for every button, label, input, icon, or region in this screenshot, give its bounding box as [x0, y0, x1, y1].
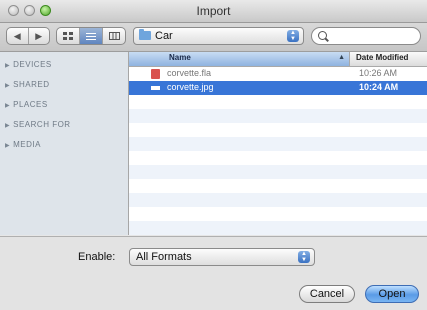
enable-label: Enable:: [78, 251, 116, 263]
disclosure-triangle-icon[interactable]: ▶: [5, 62, 10, 69]
empty-row-stripe: [129, 221, 427, 235]
disclosure-triangle-icon[interactable]: ▶: [5, 122, 10, 129]
search-input[interactable]: [332, 29, 416, 43]
list-header: Name ▲ Date Modified: [129, 52, 427, 67]
file-date: 10:24 AM: [359, 82, 399, 92]
name-column-header[interactable]: Name ▲: [129, 52, 350, 66]
file-date: 10:26 AM: [359, 68, 398, 78]
navigation-control: ◀ ▶: [6, 27, 50, 45]
format-select[interactable]: All Formats ▲ ▼: [129, 248, 315, 266]
column-view-button[interactable]: [103, 28, 125, 44]
cancel-button[interactable]: Cancel: [299, 285, 355, 303]
sidebar-item-shared[interactable]: ▶ SHARED: [5, 80, 49, 89]
open-button[interactable]: Open: [365, 285, 419, 303]
forward-arrow-icon: ▶: [35, 30, 43, 41]
popup-arrows-icon: ▲ ▼: [298, 251, 310, 263]
empty-row-stripe: [129, 165, 427, 179]
sidebar-item-label: MEDIA: [13, 140, 41, 149]
import-dialog: Import ◀ ▶ Car ▲ ▼ ▶ DEVICES ▶ SHARED ▶ …: [0, 0, 427, 310]
icon-view-button[interactable]: [57, 28, 80, 44]
location-popup[interactable]: Car ▲ ▼: [133, 27, 304, 45]
file-name: corvette.jpg: [167, 82, 214, 92]
name-column-label: Name: [169, 53, 191, 62]
sidebar-item-label: SEARCH FOR: [13, 120, 71, 129]
toolbar: ◀ ▶ Car ▲ ▼: [0, 23, 427, 52]
empty-row-stripe: [129, 137, 427, 151]
columns-icon: [108, 32, 120, 40]
sidebar-item-search-for[interactable]: ▶ SEARCH FOR: [5, 120, 71, 129]
sidebar-item-places[interactable]: ▶ PLACES: [5, 100, 48, 109]
back-arrow-icon: ◀: [13, 30, 21, 41]
date-modified-column-header[interactable]: Date Modified: [356, 53, 408, 62]
forward-button[interactable]: ▶: [29, 28, 50, 44]
back-button[interactable]: ◀: [7, 28, 29, 44]
location-label: Car: [155, 30, 173, 42]
folder-icon: [139, 29, 151, 40]
search-icon: [318, 31, 327, 40]
view-mode-control: [56, 27, 126, 45]
search-field[interactable]: [311, 27, 421, 45]
sidebar-item-label: SHARED: [13, 80, 50, 89]
file-name: corvette.fla: [167, 68, 212, 78]
fla-file-icon: [151, 69, 160, 79]
empty-row-stripe: [129, 193, 427, 207]
disclosure-triangle-icon[interactable]: ▶: [5, 82, 10, 89]
sidebar: ▶ DEVICES ▶ SHARED ▶ PLACES ▶ SEARCH FOR ▶ ME…: [0, 52, 129, 235]
icon-grid-icon: [63, 32, 73, 40]
window-title: Import: [196, 4, 231, 18]
sort-ascending-icon: ▲: [338, 54, 345, 61]
list-view-button[interactable]: [80, 28, 103, 44]
sidebar-item-label: PLACES: [13, 100, 48, 109]
disclosure-triangle-icon[interactable]: ▶: [5, 142, 10, 149]
options-panel: Enable: All Formats ▲ ▼ Cancel Open: [0, 236, 427, 310]
disclosure-triangle-icon[interactable]: ▶: [5, 102, 10, 109]
file-list: Name ▲ Date Modified corvette.fla 10:26 …: [129, 52, 427, 235]
sidebar-item-label: DEVICES: [13, 60, 52, 69]
jpg-file-icon: [151, 86, 160, 90]
file-row-selected[interactable]: corvette.jpg 10:24 AM: [129, 81, 427, 95]
title-bar: Import: [0, 0, 427, 23]
sidebar-item-media[interactable]: ▶ MEDIA: [5, 140, 41, 149]
file-row[interactable]: corvette.fla 10:26 AM: [129, 67, 427, 81]
empty-row-stripe: [129, 109, 427, 123]
sidebar-item-devices[interactable]: ▶ DEVICES: [5, 60, 52, 69]
popup-arrows-icon: ▲ ▼: [287, 30, 299, 42]
format-selected-value: All Formats: [136, 251, 192, 263]
list-icon: [86, 32, 96, 40]
